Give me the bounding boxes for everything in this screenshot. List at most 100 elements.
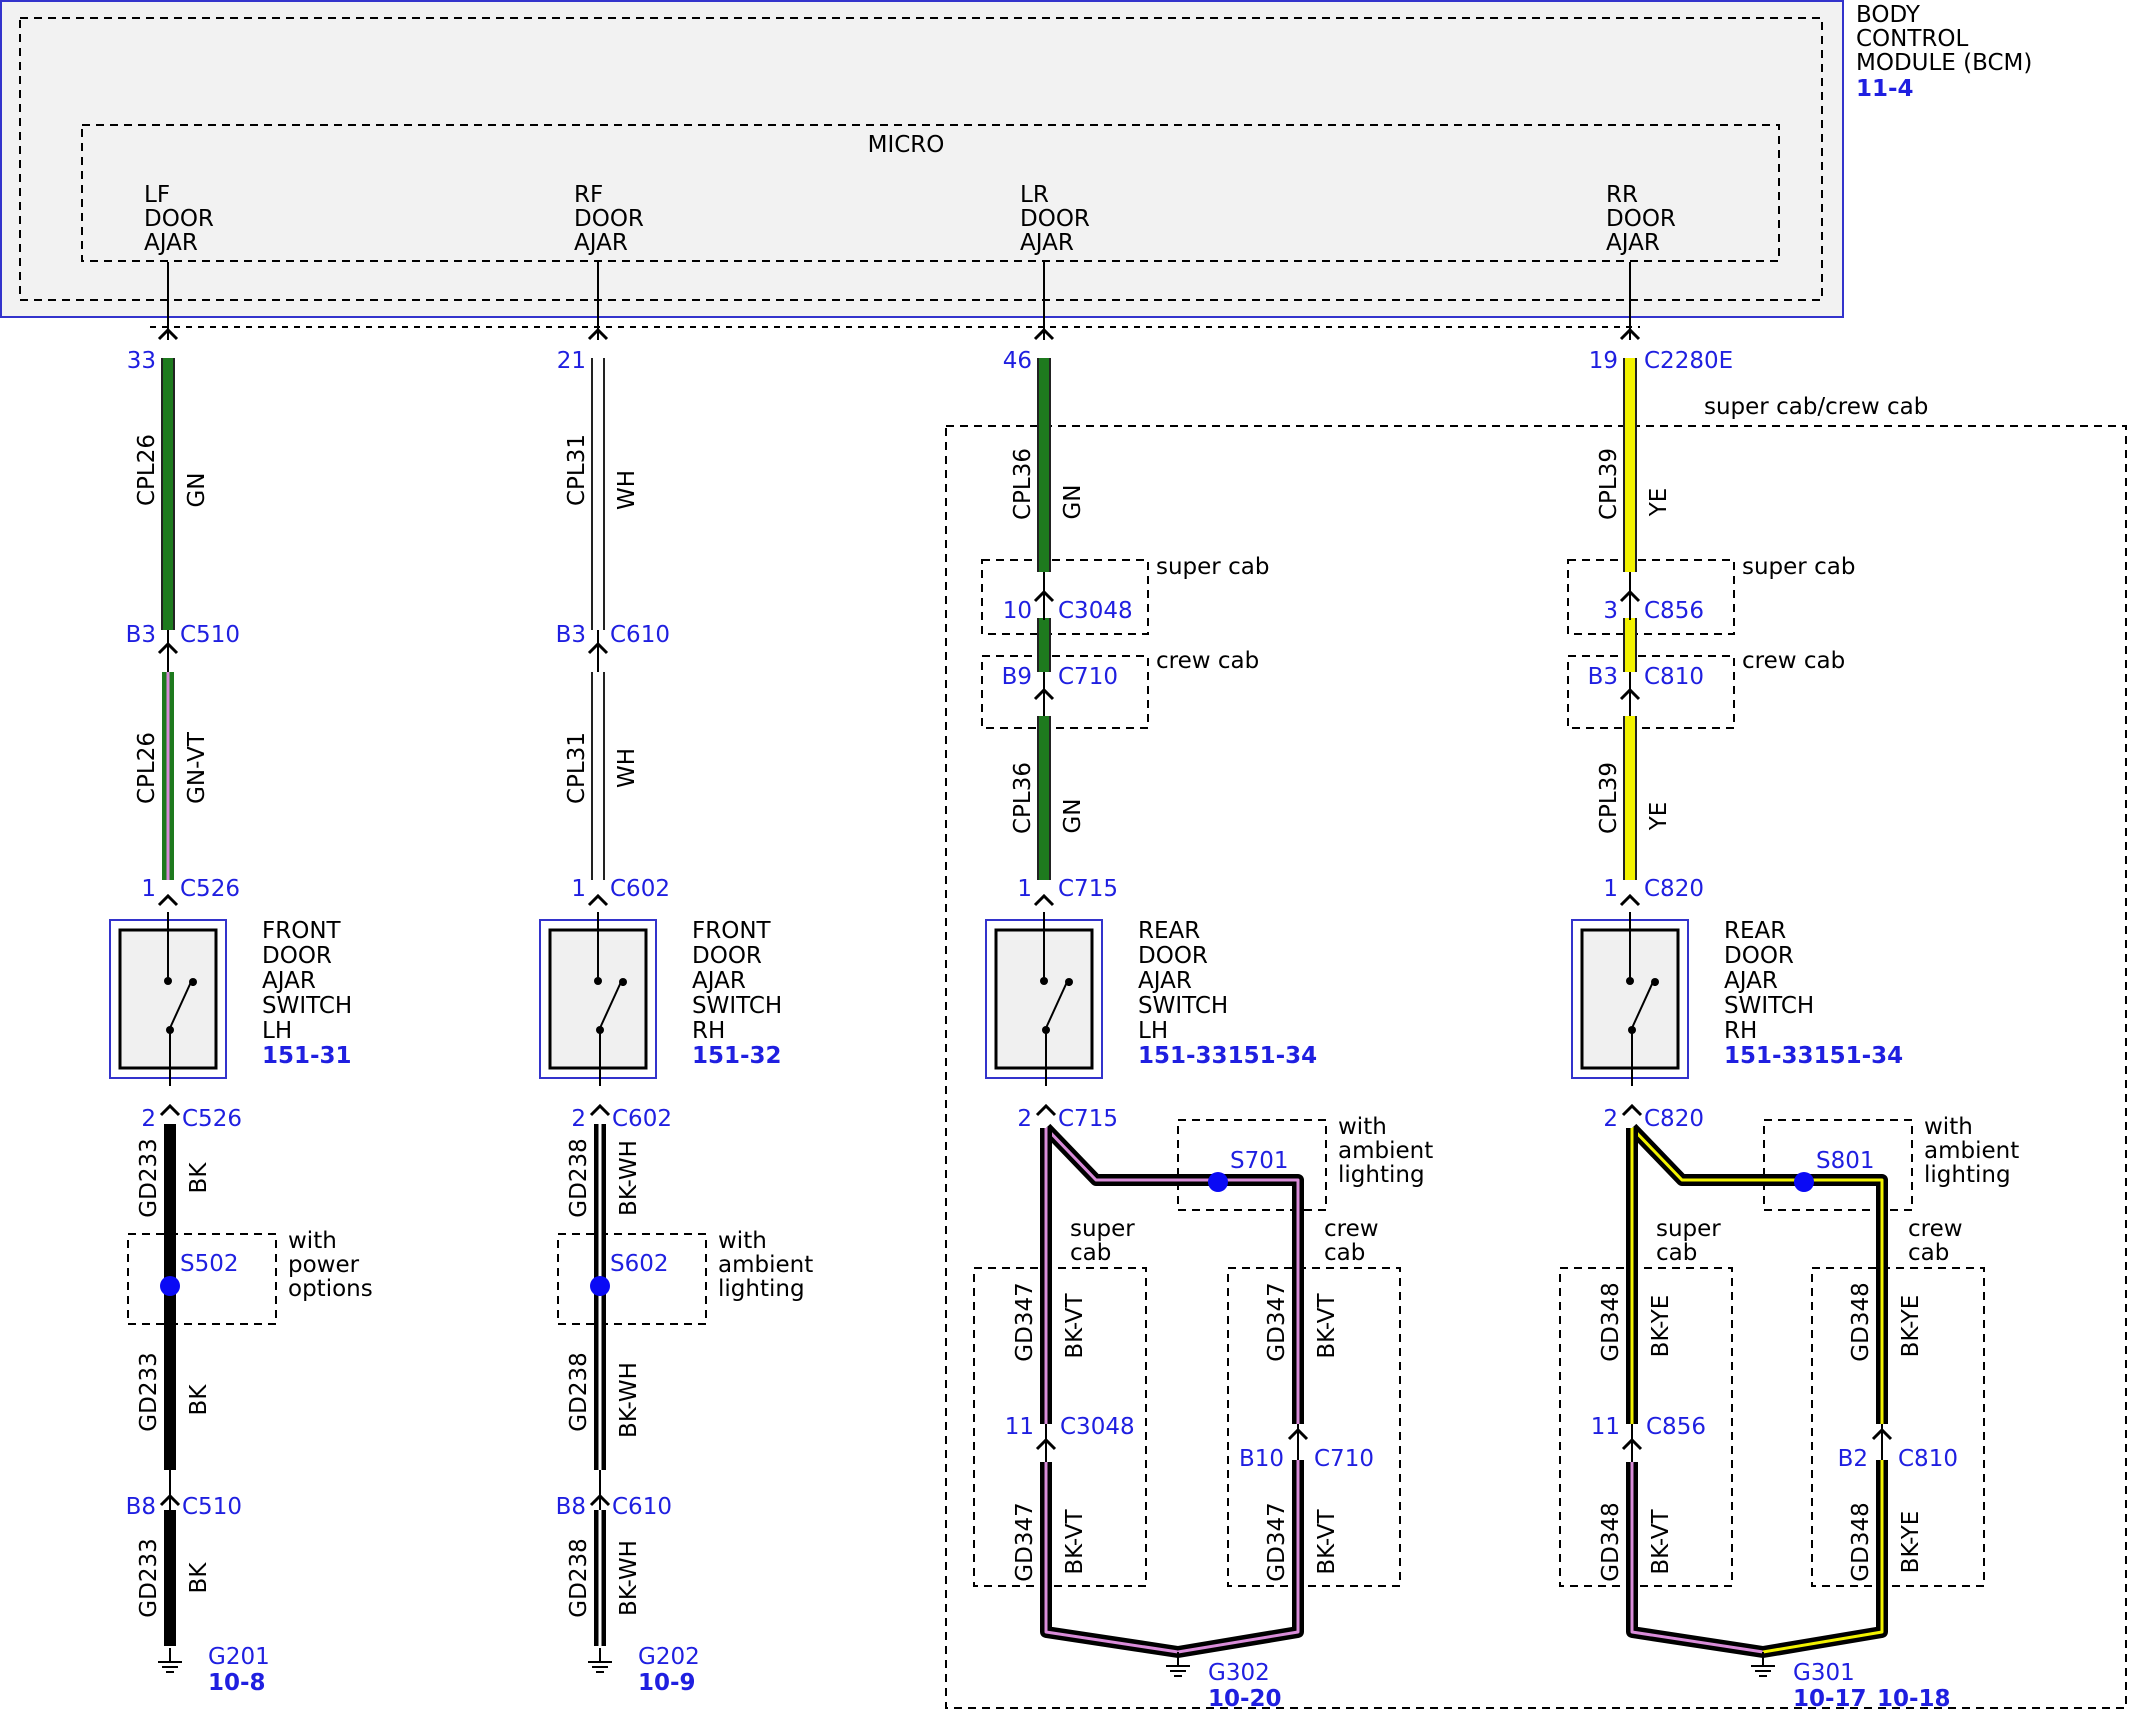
rr-crew-pin: B3: [1588, 664, 1618, 690]
rr-switch-label-1: DOOR: [1724, 943, 1794, 969]
lr-ground-id: G302: [1208, 1660, 1270, 1686]
input-label-2-0: LR: [1020, 182, 1049, 208]
lr-switch-contact-a: [1040, 977, 1048, 985]
rr-crew-b-color: BK-YE: [1898, 1511, 1924, 1574]
rf-splice-id: S602: [610, 1251, 669, 1277]
lr-switch-label-1: DOOR: [1138, 943, 1208, 969]
lr-splice-note-2: lighting: [1338, 1162, 1425, 1188]
lr-super-inline-conn: C3048: [1060, 1414, 1135, 1440]
lf-gnd-a-circuit: GD233: [136, 1138, 162, 1217]
lr-crew-b-color: BK-VT: [1314, 1508, 1340, 1574]
rf-sw-in-pin: 1: [571, 876, 586, 902]
lr-super-branch-label-0: super: [1070, 1216, 1135, 1242]
rf-splice-dot: [590, 1276, 610, 1296]
rr-super-cab-label: super cab: [1742, 554, 1855, 580]
input-label-2-2: AJAR: [1020, 230, 1074, 256]
rr-super-b-circuit: GD348: [1598, 1502, 1624, 1581]
input-label-1-1: DOOR: [574, 206, 644, 232]
lf-wire2-circuit: CPL26: [134, 732, 160, 804]
rr-wire1-color: YE: [1646, 488, 1672, 518]
rf-gnd-c-color: BK-WH: [616, 1540, 642, 1616]
lf-top-pin: 33: [127, 348, 156, 374]
lr-switch-label-0: REAR: [1138, 918, 1200, 944]
lr-super-conn: C3048: [1058, 598, 1133, 624]
rr-crew-inline-conn: C810: [1898, 1446, 1958, 1472]
lf-splice-id: S502: [180, 1251, 239, 1277]
lr-switch-label-3: SWITCH: [1138, 993, 1228, 1019]
rf-switch-label-2: AJAR: [692, 968, 746, 994]
lf-splice-note-1: power: [288, 1252, 360, 1278]
lf-wire2-color: GN-VT: [184, 731, 210, 804]
lr-sw-in-conn: C715: [1058, 876, 1118, 902]
rf-splice-note-0: with: [718, 1228, 767, 1254]
rf-ground-id: G202: [638, 1644, 700, 1670]
lr-switch-label-4: LH: [1138, 1018, 1168, 1044]
lf-wire1-color: GN: [184, 472, 210, 507]
lf-chev-switch-in: [157, 893, 179, 907]
rf-switch-label-0: FRONT: [692, 918, 772, 944]
lr-super-pin: 10: [1003, 598, 1032, 624]
lf-switch-contact-a: [164, 977, 172, 985]
rf-switch-label-4: RH: [692, 1018, 725, 1044]
rf-inline2-pin: B8: [556, 1494, 586, 1520]
rf-wire2-color: WH: [614, 748, 640, 788]
rr-sw-in-pin: 1: [1603, 876, 1618, 902]
rr-super-branch-label-0: super: [1656, 1216, 1721, 1242]
rf-chev-switch-in: [587, 893, 609, 907]
rf-wire2-circuit: CPL31: [564, 732, 590, 804]
lr-super-a-color: BK-VT: [1062, 1292, 1088, 1358]
rr-ground-ref: 10-17: [1793, 1686, 1867, 1712]
rr-switch-ref: 151-33151-34: [1724, 1043, 1903, 1069]
input-label-1-0: RF: [574, 182, 603, 208]
rf-ground-ref: 10-9: [638, 1670, 696, 1696]
rr-super-inline-pin: 11: [1591, 1414, 1620, 1440]
lr-super-b-color: BK-VT: [1062, 1508, 1088, 1574]
rf-sw-in-conn: C602: [610, 876, 670, 902]
lr-chev-switch-in: [1033, 893, 1055, 907]
rr-sw-out-conn: C820: [1644, 1106, 1704, 1132]
lr-super-cab-label: super cab: [1156, 554, 1269, 580]
lf-inline1-pin: B3: [126, 622, 156, 648]
rf-splice-note-1: ambient: [718, 1252, 813, 1278]
wiring-diagram: BODYCONTROLMODULE (BCM)11-4MICROLFDOORAJ…: [0, 0, 2127, 1712]
lf-switch-label-4: LH: [262, 1018, 292, 1044]
input-label-3-1: DOOR: [1606, 206, 1676, 232]
lr-wire2-color: GN: [1060, 798, 1086, 833]
lf-ground-ref: 10-8: [208, 1670, 266, 1696]
rr-chev-switch-out: [1621, 1103, 1643, 1117]
rr-switch-label-4: RH: [1724, 1018, 1757, 1044]
lr-sw-in-pin: 1: [1017, 876, 1032, 902]
rf-switch-contact-a: [594, 977, 602, 985]
bcm-ref: 11-4: [1856, 76, 1914, 102]
lr-crew-b-circuit: GD347: [1264, 1502, 1290, 1581]
lr-crew-branch-label-1: cab: [1324, 1240, 1365, 1266]
lf-inline2-pin: B8: [126, 1494, 156, 1520]
lr-crew-conn: C710: [1058, 664, 1118, 690]
lf-sw-in-conn: C526: [180, 876, 240, 902]
lf-inline2-conn: C510: [182, 1494, 242, 1520]
rr-sw-out-pin: 2: [1603, 1106, 1618, 1132]
input-label-2-1: DOOR: [1020, 206, 1090, 232]
lr-super-a-circuit: GD347: [1012, 1282, 1038, 1361]
rf-gnd-b-color: BK-WH: [616, 1362, 642, 1438]
rf-wire1-color: WH: [614, 470, 640, 510]
lf-switch-label-0: FRONT: [262, 918, 342, 944]
rr-super-a-circuit: GD348: [1598, 1282, 1624, 1361]
input-label-3-0: RR: [1606, 182, 1638, 208]
lf-inline1-conn: C510: [180, 622, 240, 648]
rr-ground-id: G301: [1793, 1660, 1855, 1686]
lr-super-branch-label-1: cab: [1070, 1240, 1111, 1266]
rf-gnd-b-circuit: GD238: [566, 1352, 592, 1431]
lr-crew-a-color: BK-VT: [1314, 1292, 1340, 1358]
lf-splice-note-2: options: [288, 1276, 373, 1302]
lr-sw-to-splice: [1041, 1123, 1218, 1186]
rr-crew-branch-label-0: crew: [1908, 1216, 1963, 1242]
rf-splice-note-2: lighting: [718, 1276, 805, 1302]
rf-inline1-pin: B3: [556, 622, 586, 648]
rf-inline1-conn: C610: [610, 622, 670, 648]
lr-splice-dot: [1208, 1172, 1228, 1192]
lr-splice-note-0: with: [1338, 1114, 1387, 1140]
lr-chev-switch-out: [1035, 1103, 1057, 1117]
rr-sw-to-splice: [1627, 1123, 1804, 1186]
lr-top-pin: 46: [1003, 348, 1032, 374]
